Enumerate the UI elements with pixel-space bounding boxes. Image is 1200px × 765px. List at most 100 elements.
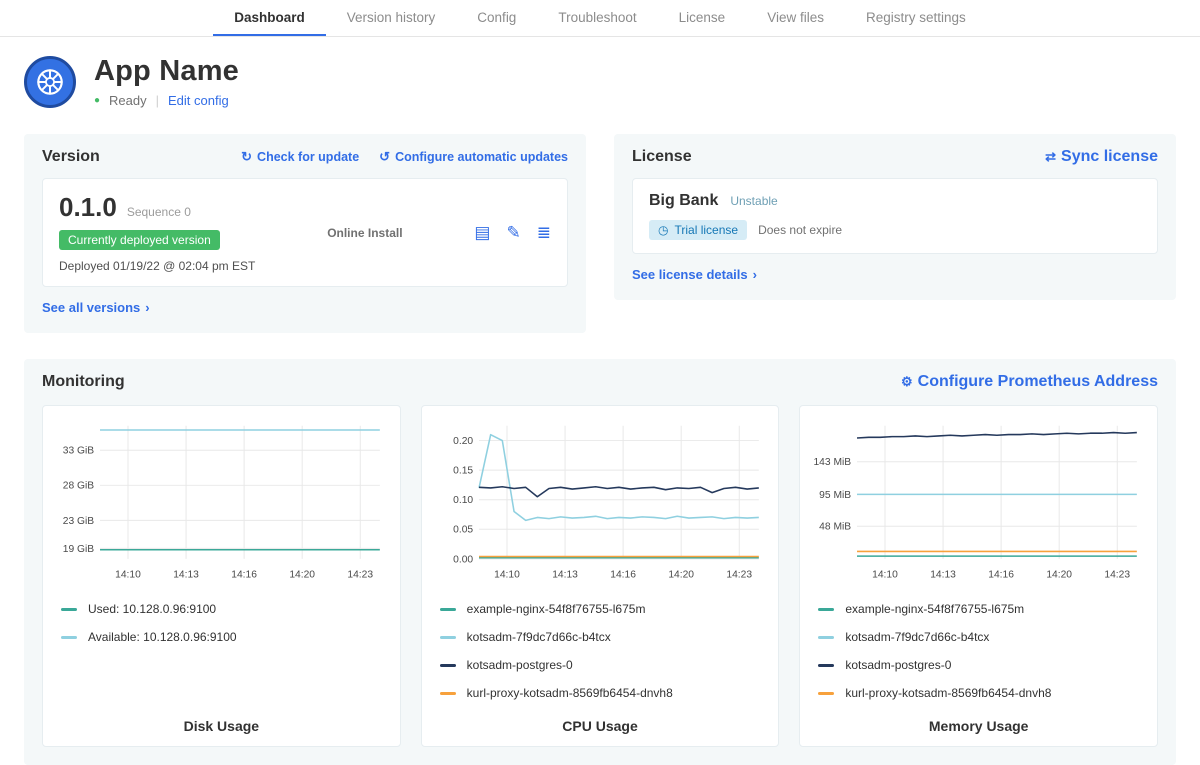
tab-view-files[interactable]: View files: [746, 0, 845, 36]
legend-swatch: [61, 608, 77, 611]
license-panel: Big Bank Unstable ◷Trial license Does no…: [632, 178, 1158, 254]
svg-text:14:16: 14:16: [231, 569, 257, 580]
legend-swatch: [818, 692, 834, 695]
deployed-timestamp: Deployed 01/19/22 @ 02:04 pm EST: [59, 259, 255, 273]
chart-plot: 14:1014:1314:1614:2014:230.000.050.100.1…: [434, 416, 767, 584]
sync-icon: ⇄: [1045, 149, 1056, 164]
nav-tabs: DashboardVersion historyConfigTroublesho…: [0, 0, 1200, 37]
legend-item: kotsadm-7f9dc7d66c-b4tcx: [818, 630, 1145, 644]
legend-swatch: [61, 636, 77, 639]
chart-legend: example-nginx-54f8f76755-l675m kotsadm-7f…: [812, 588, 1145, 700]
check-for-update-link[interactable]: ↻Check for update: [241, 149, 359, 165]
cards-row: Version ↻Check for update ↺Configure aut…: [0, 134, 1200, 333]
deploy-logs-icon[interactable]: ≣: [537, 223, 551, 243]
monitoring-section: Monitoring ⚙Configure Prometheus Address…: [24, 359, 1176, 765]
svg-text:143 MiB: 143 MiB: [814, 457, 852, 468]
legend-label: example-nginx-54f8f76755-l675m: [845, 602, 1024, 616]
tab-registry-settings[interactable]: Registry settings: [845, 0, 987, 36]
svg-text:0.15: 0.15: [453, 466, 473, 477]
configure-automatic-updates-link[interactable]: ↺Configure automatic updates: [379, 149, 568, 165]
svg-text:14:13: 14:13: [552, 569, 578, 580]
chart-legend: example-nginx-54f8f76755-l675m kotsadm-7f…: [434, 588, 767, 700]
chart-legend: Used: 10.128.0.96:9100 Available: 10.128.…: [55, 588, 388, 644]
see-all-versions-link[interactable]: See all versions›: [42, 300, 150, 315]
chart-card-disk-usage: 14:1014:1314:1614:2014:2319 GiB23 GiB28 …: [42, 405, 401, 747]
svg-text:0.20: 0.20: [453, 436, 473, 447]
legend-swatch: [440, 664, 456, 667]
svg-text:14:20: 14:20: [289, 569, 315, 580]
edit-config-link[interactable]: Edit config: [168, 93, 229, 108]
license-card-title: License: [632, 148, 692, 166]
tab-config[interactable]: Config: [456, 0, 537, 36]
legend-swatch: [440, 692, 456, 695]
svg-text:14:10: 14:10: [872, 569, 898, 580]
install-type-label: Online Install: [327, 226, 402, 240]
auto-update-icon: ↺: [379, 149, 390, 164]
legend-item: kotsadm-7f9dc7d66c-b4tcx: [440, 630, 767, 644]
svg-text:28 GiB: 28 GiB: [63, 481, 95, 492]
legend-label: example-nginx-54f8f76755-l675m: [467, 602, 646, 616]
tab-version-history[interactable]: Version history: [326, 0, 457, 36]
svg-text:23 GiB: 23 GiB: [63, 516, 95, 527]
tab-license[interactable]: License: [658, 0, 747, 36]
legend-label: kotsadm-7f9dc7d66c-b4tcx: [467, 630, 611, 644]
legend-item: Used: 10.128.0.96:9100: [61, 602, 388, 616]
edit-version-icon[interactable]: ✎: [506, 223, 520, 243]
page-title: App Name: [94, 55, 239, 88]
expiry-text: Does not expire: [758, 223, 842, 237]
legend-label: kotsadm-7f9dc7d66c-b4tcx: [845, 630, 989, 644]
see-license-details-link[interactable]: See license details›: [632, 267, 757, 282]
svg-text:14:20: 14:20: [1047, 569, 1073, 580]
sync-license-link[interactable]: ⇄Sync license: [1045, 148, 1158, 166]
version-number: 0.1.0: [59, 192, 117, 223]
legend-label: Used: 10.128.0.96:9100: [88, 602, 216, 616]
legend-item: kurl-proxy-kotsadm-8569fb6454-dnvh8: [818, 686, 1145, 700]
configure-prometheus-link[interactable]: ⚙Configure Prometheus Address: [901, 373, 1158, 391]
legend-swatch: [818, 608, 834, 611]
helm-wheel-icon: [32, 64, 68, 100]
svg-text:14:23: 14:23: [347, 569, 373, 580]
legend-swatch: [440, 636, 456, 639]
svg-text:14:16: 14:16: [989, 569, 1015, 580]
chart-plot: 14:1014:1314:1614:2014:2348 MiB95 MiB143…: [812, 416, 1145, 584]
tab-dashboard[interactable]: Dashboard: [213, 0, 326, 36]
legend-label: kurl-proxy-kotsadm-8569fb6454-dnvh8: [467, 686, 673, 700]
chart-title: Disk Usage: [55, 700, 388, 734]
customer-name: Big Bank: [649, 192, 718, 210]
legend-label: kotsadm-postgres-0: [845, 658, 951, 672]
legend-swatch: [440, 608, 456, 611]
channel-label: Unstable: [730, 194, 777, 208]
legend-swatch: [818, 636, 834, 639]
svg-text:0.10: 0.10: [453, 495, 473, 506]
clock-icon: ◷: [658, 223, 668, 237]
svg-text:95 MiB: 95 MiB: [820, 490, 852, 501]
refresh-icon: ↻: [241, 149, 252, 164]
chevron-right-icon: ›: [753, 267, 757, 282]
kubernetes-app-icon: [24, 56, 76, 108]
tab-troubleshoot[interactable]: Troubleshoot: [537, 0, 657, 36]
deployed-version-badge: Currently deployed version: [59, 230, 220, 250]
svg-text:14:23: 14:23: [726, 569, 752, 580]
chart-card-memory-usage: 14:1014:1314:1614:2014:2348 MiB95 MiB143…: [799, 405, 1158, 747]
release-notes-icon[interactable]: ▤: [474, 223, 490, 243]
svg-text:14:23: 14:23: [1105, 569, 1131, 580]
svg-text:14:16: 14:16: [610, 569, 636, 580]
svg-text:0.00: 0.00: [453, 554, 473, 565]
legend-item: kurl-proxy-kotsadm-8569fb6454-dnvh8: [440, 686, 767, 700]
legend-item: Available: 10.128.0.96:9100: [61, 630, 388, 644]
svg-text:33 GiB: 33 GiB: [63, 446, 95, 457]
gear-icon: ⚙: [901, 374, 913, 389]
trial-license-badge: ◷Trial license: [649, 220, 747, 240]
sequence-label: Sequence 0: [127, 205, 191, 219]
version-card: Version ↻Check for update ↺Configure aut…: [24, 134, 586, 333]
svg-text:0.05: 0.05: [453, 525, 473, 536]
legend-item: kotsadm-postgres-0: [818, 658, 1145, 672]
legend-label: Available: 10.128.0.96:9100: [88, 630, 237, 644]
chart-plot: 14:1014:1314:1614:2014:2319 GiB23 GiB28 …: [55, 416, 388, 584]
status-dot-icon: ●: [94, 96, 100, 106]
status-text: Ready: [109, 93, 147, 108]
chevron-right-icon: ›: [145, 300, 149, 315]
license-card: License ⇄Sync license Big Bank Unstable …: [614, 134, 1176, 300]
app-header: App Name ● Ready | Edit config: [0, 37, 1200, 120]
monitoring-title: Monitoring: [42, 373, 125, 391]
